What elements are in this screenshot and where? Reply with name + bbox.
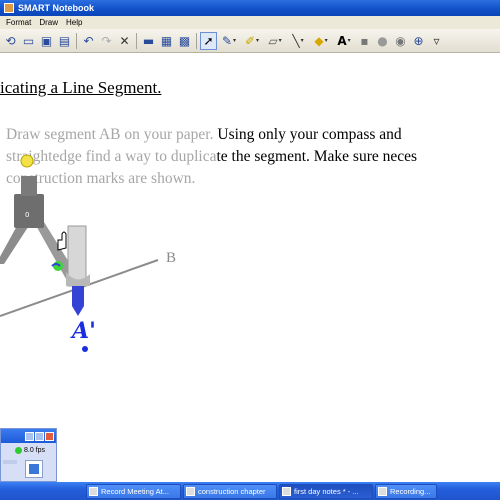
- toolbar-separator: [196, 32, 197, 49]
- select-icon[interactable]: ➚: [200, 31, 217, 50]
- menu-help[interactable]: Help: [62, 18, 86, 27]
- pen-icon[interactable]: ✎ ▾: [218, 32, 240, 50]
- close-icon[interactable]: [45, 431, 54, 441]
- minimize-icon[interactable]: [25, 431, 34, 441]
- undo-icon[interactable]: ↶: [80, 32, 97, 50]
- recording-indicator-icon: [15, 446, 22, 454]
- eraser-icon[interactable]: ▱ ▾: [264, 32, 286, 50]
- recorder-title-bar: [1, 429, 56, 443]
- handwritten-a-prime: A': [72, 318, 96, 344]
- stop-icon: [29, 464, 39, 474]
- fps-readout: 8.0 fps: [24, 446, 46, 454]
- browser-icon: [89, 486, 98, 496]
- menu-format[interactable]: Format: [0, 18, 35, 27]
- redo-icon[interactable]: ↷: [98, 32, 115, 50]
- recorder-widget[interactable]: 8.0 fps: [0, 428, 57, 482]
- capture-icon[interactable]: ▩: [176, 32, 193, 50]
- recorder-status: 8.0 fps: [1, 443, 56, 457]
- compass-badge: 0: [25, 211, 30, 219]
- settings-icon[interactable]: ⊕: [410, 32, 427, 50]
- properties-icon[interactable]: ▪: [356, 32, 373, 50]
- record-icon[interactable]: ●: [374, 32, 391, 50]
- add-page-icon[interactable]: ◉: [392, 32, 409, 50]
- pencil-tip: [72, 306, 84, 316]
- toolbar-separator: [136, 32, 137, 49]
- app-icon: [4, 3, 14, 13]
- taskbar-item-record-meeting[interactable]: Record Meeting At...: [86, 483, 181, 499]
- open-icon[interactable]: ▭: [20, 32, 37, 50]
- compass-handle: [21, 176, 37, 196]
- compass-left-leg: [0, 224, 30, 264]
- fill-icon[interactable]: ◆ ▾: [310, 32, 332, 50]
- drawing-layer: [0, 154, 159, 317]
- taskbar-item-first-day-notes[interactable]: first day notes * - ...: [279, 483, 373, 499]
- toolbar-separator: [76, 32, 77, 49]
- recorder-icon: [378, 486, 387, 496]
- full-screen-icon[interactable]: ▦: [158, 32, 175, 50]
- taskbar-item-recording[interactable]: Recording...: [375, 483, 437, 499]
- line-icon[interactable]: ╲ ▾: [287, 32, 309, 50]
- text-icon[interactable]: A ▾: [333, 32, 355, 50]
- window-title: SMART Notebook: [18, 3, 94, 13]
- compass-knob: [20, 154, 34, 168]
- screen-shade-icon[interactable]: ▬: [140, 32, 157, 50]
- toolbar: ⟲ ▭ ▣ ▤ ↶ ↷ ✕ ▬ ▦ ▩ ➚ ✎ ▾ ✐ ▾ ▱ ▾ ╲ ▾ ◆ ▾ A ▾ …: [0, 29, 500, 53]
- window-title-bar: SMART Notebook: [0, 0, 500, 16]
- recorder-progress: [3, 460, 17, 464]
- point-a-prime-dot: [82, 346, 88, 352]
- delete-icon[interactable]: ✕: [116, 32, 133, 50]
- menu-draw[interactable]: Draw: [35, 18, 62, 27]
- compass-pivot-dot: [53, 261, 63, 271]
- taskbar-item-construction-chapter[interactable]: construction chapter: [183, 483, 277, 499]
- point-b-label: B: [166, 250, 177, 266]
- back-icon[interactable]: ⟲: [2, 32, 19, 50]
- paste-icon[interactable]: ▤: [56, 32, 73, 50]
- menu-bar: Format Draw Help: [0, 16, 500, 29]
- save-icon[interactable]: ▣: [38, 32, 55, 50]
- folder-icon: [186, 486, 195, 496]
- notebook-icon: [282, 486, 291, 496]
- hand-cursor-icon: [57, 231, 67, 251]
- more-icon[interactable]: ▿: [428, 32, 445, 50]
- stop-button[interactable]: [25, 460, 43, 478]
- maximize-icon[interactable]: [35, 431, 44, 441]
- highlighter-icon[interactable]: ✐ ▾: [241, 32, 263, 50]
- whiteboard-canvas[interactable]: icating a Line Segment. Draw segment AB …: [0, 54, 500, 482]
- pencil-lead: [72, 286, 84, 306]
- taskbar: Record Meeting At... construction chapte…: [0, 482, 500, 500]
